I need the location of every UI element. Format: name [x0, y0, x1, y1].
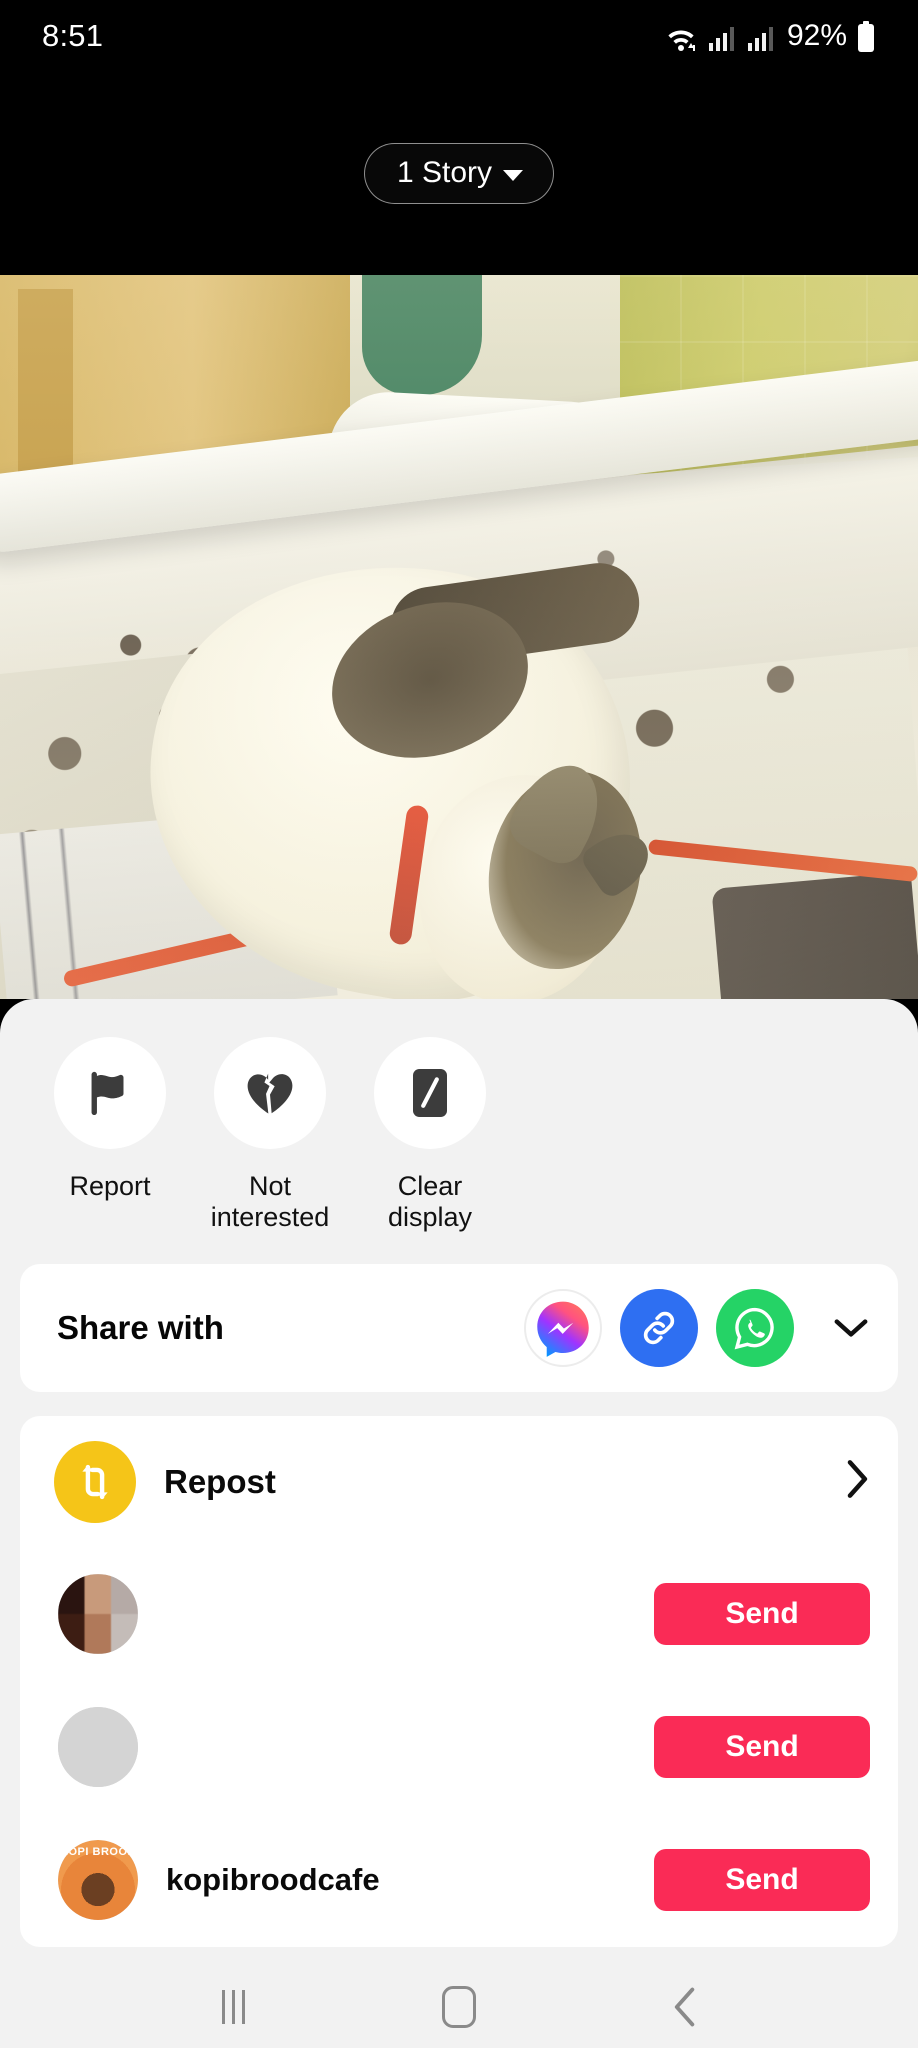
signal-icon — [747, 27, 773, 51]
clear-display-button[interactable]: Clear display — [350, 1037, 510, 1234]
not-interested-icon-circle — [214, 1037, 326, 1149]
contact-row[interactable]: Send — [20, 1548, 898, 1681]
chevron-right-icon — [847, 1460, 868, 1499]
not-interested-label: Not interested — [211, 1171, 330, 1234]
repost-icon-circle — [54, 1440, 136, 1523]
share-with-card: Share with — [20, 1263, 898, 1392]
repost-and-contacts-card: Repost Send Send KOPI BROOD kopibroodcaf… — [20, 1415, 898, 1947]
signal-icon — [708, 27, 734, 51]
report-icon-circle — [54, 1037, 166, 1149]
wifi-icon — [668, 30, 695, 51]
avatar-image: KOPI BROOD — [58, 1840, 138, 1921]
quick-actions-row: Report Not interested Clear display — [0, 999, 918, 1234]
send-button[interactable]: Send — [654, 1849, 870, 1912]
clear-display-icon-circle — [374, 1037, 486, 1149]
avatar-image — [58, 1574, 138, 1655]
battery-percent-label: 92% — [786, 19, 847, 52]
send-button[interactable]: Send — [654, 1583, 870, 1646]
avatar — [58, 1574, 138, 1655]
story-media[interactable] — [0, 275, 918, 999]
chevron-down-icon — [834, 1318, 868, 1337]
avatar-logo-text: KOPI BROOD — [60, 1846, 136, 1859]
status-bar-clock: 8:51 — [42, 18, 104, 53]
share-with-title: Share with — [57, 1308, 224, 1346]
send-button[interactable]: Send — [654, 1716, 870, 1779]
share-messenger-button[interactable] — [524, 1288, 602, 1367]
share-expand-button[interactable] — [828, 1305, 874, 1351]
whatsapp-icon — [734, 1307, 774, 1349]
repost-icon — [82, 1464, 108, 1499]
story-count-label: 1 Story — [396, 156, 493, 189]
recents-icon — [221, 1989, 245, 2024]
photo-green-object — [362, 275, 482, 395]
share-whatsapp-button[interactable] — [716, 1288, 794, 1367]
clear-display-label-line2: display — [387, 1202, 473, 1233]
link-icon — [643, 1311, 675, 1344]
clear-display-label: Clear display — [388, 1171, 472, 1234]
contact-row[interactable]: Send — [20, 1681, 898, 1814]
phone-screen: 8:51 92% 1 Story Report Not interested C… — [0, 0, 918, 2048]
report-button[interactable]: Report — [30, 1037, 190, 1234]
repost-label: Repost — [164, 1462, 276, 1500]
messenger-icon — [537, 1301, 589, 1357]
story-header: 1 Story — [0, 72, 918, 275]
contact-name: kopibroodcafe — [166, 1862, 380, 1898]
home-icon — [442, 1985, 476, 2028]
avatar — [58, 1707, 138, 1788]
caret-down-icon — [503, 169, 524, 181]
clear-display-label-line1: Clear — [397, 1171, 463, 1201]
repost-row[interactable]: Repost — [20, 1416, 898, 1548]
battery-icon — [858, 21, 874, 52]
back-button[interactable] — [640, 1977, 730, 2037]
not-interested-button[interactable]: Not interested — [190, 1037, 350, 1234]
recents-button[interactable] — [188, 1977, 278, 2037]
photo-dark-object — [711, 871, 918, 999]
broken-heart-icon — [247, 1073, 293, 1114]
status-bar: 8:51 92% — [0, 0, 918, 72]
share-copy-link-button[interactable] — [620, 1288, 698, 1367]
avatar-image — [58, 1707, 138, 1788]
share-bottom-sheet: Report Not interested Clear display Shar… — [0, 999, 918, 1965]
flag-icon — [91, 1071, 124, 1116]
share-targets — [524, 1288, 874, 1367]
back-icon — [674, 1987, 695, 2026]
home-button[interactable] — [414, 1977, 504, 2037]
contact-row[interactable]: KOPI BROOD kopibroodcafe Send — [20, 1814, 898, 1947]
not-interested-label-line2: interested — [210, 1202, 330, 1233]
not-interested-label-line1: Not — [248, 1171, 291, 1201]
status-bar-indicators: 92% — [664, 19, 876, 53]
clear-display-icon — [413, 1069, 447, 1117]
repost-chevron-button[interactable] — [844, 1458, 870, 1505]
story-count-dropdown[interactable]: 1 Story — [363, 143, 555, 204]
avatar: KOPI BROOD — [58, 1840, 138, 1921]
android-nav-bar — [0, 1965, 918, 2048]
share-with-row: Share with — [20, 1264, 898, 1392]
report-label: Report — [69, 1171, 151, 1201]
